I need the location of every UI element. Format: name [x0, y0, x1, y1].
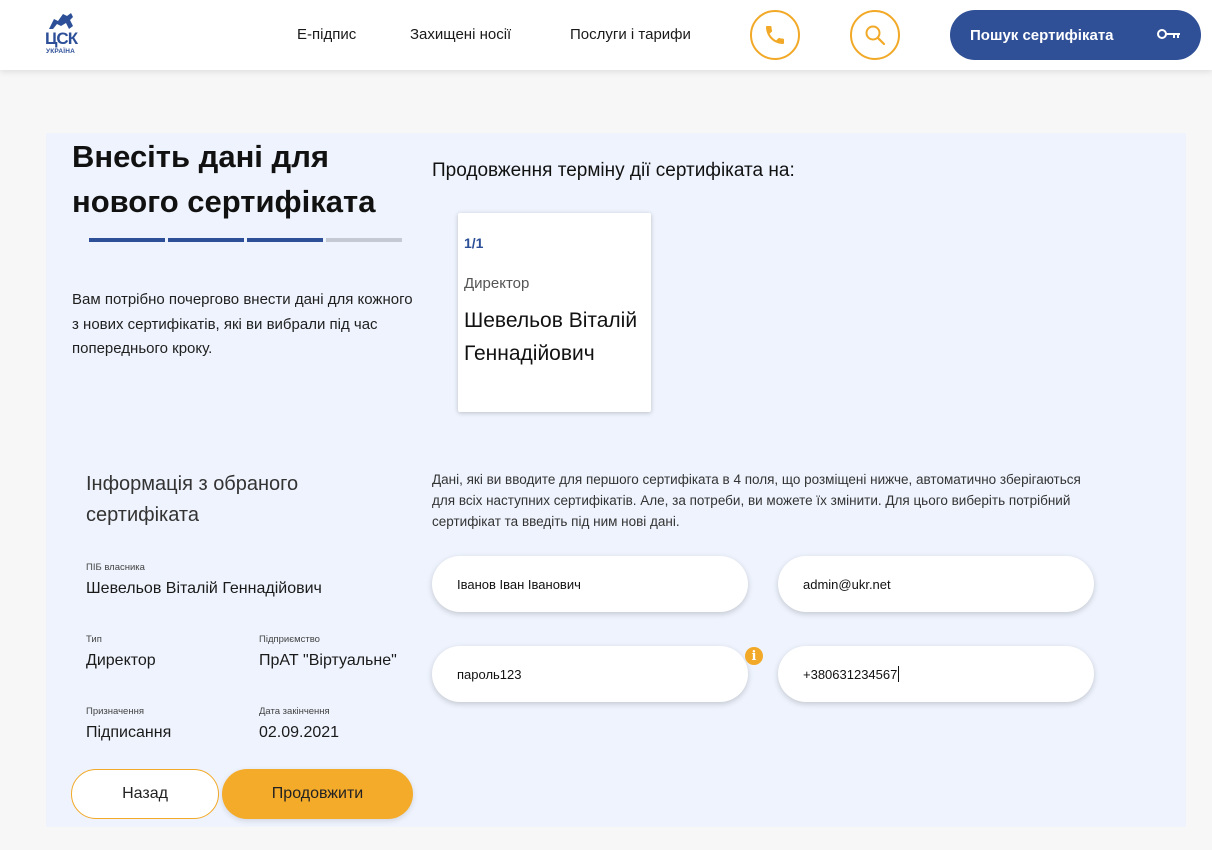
phone-button[interactable]: [750, 10, 800, 60]
info-icon[interactable]: i: [745, 647, 763, 665]
company-label: Підприємство: [259, 634, 320, 645]
logo-figure-icon: [49, 13, 73, 29]
nav-services-tariffs[interactable]: Послуги і тарифи: [570, 26, 691, 43]
email-field-value: admin@ukr.net: [803, 576, 891, 592]
certificate-role: Директор: [464, 275, 530, 292]
site-header: ЦСК УКРАЇНА Е-підпис Захищені носії Посл…: [0, 0, 1212, 70]
phone-field-value: +380631234567: [803, 666, 898, 682]
purpose-label: Призначення: [86, 706, 144, 717]
logo-subtext: УКРАЇНА: [46, 48, 76, 55]
expiry-label: Дата закінчення: [259, 706, 330, 717]
certificate-search-label: Пошук сертифіката: [970, 26, 1114, 44]
phone-icon: [766, 26, 784, 44]
certificate-card[interactable]: 1/1 Директор Шевельов Віталій Геннадійов…: [458, 213, 651, 412]
page-title: Внесіть дані для нового сертифіката: [72, 139, 376, 219]
expiry-value: 02.09.2021: [259, 724, 340, 741]
step-progress-bar: [89, 238, 402, 242]
nav-e-signature[interactable]: Е-підпис: [297, 26, 356, 43]
certificate-search-button[interactable]: Пошук сертифіката: [950, 10, 1201, 60]
purpose-value: Підписання: [86, 724, 172, 741]
info-section-title: Інформація з обраного сертифіката: [86, 473, 299, 526]
certificate-counter: 1/1: [464, 235, 484, 251]
progress-step: [326, 238, 402, 242]
text-caret: [898, 666, 900, 682]
owner-value: Шевельов Віталій Геннадійович: [86, 580, 322, 597]
owner-label: ПІБ власника: [86, 562, 145, 573]
company-value: ПрАТ "Віртуальне": [259, 652, 397, 669]
form-note: Дані, які ви вводите для першого сертифі…: [432, 472, 1081, 529]
password-field-value: пароль123: [457, 666, 522, 682]
phone-field[interactable]: +380631234567: [778, 646, 1094, 702]
extension-title: Продовження терміну дії сертифіката на:: [432, 160, 795, 181]
search-icon: [865, 25, 886, 46]
name-field[interactable]: Іванов Іван Іванович: [432, 556, 748, 612]
password-field[interactable]: пароль123: [432, 646, 748, 702]
logo[interactable]: ЦСК УКРАЇНА: [44, 12, 80, 58]
back-button[interactable]: Назад: [71, 769, 219, 819]
nav-protected-media[interactable]: Захищені носії: [410, 26, 511, 43]
email-field[interactable]: admin@ukr.net: [778, 556, 1094, 612]
intro-text: Вам потрібно почергово внести дані для к…: [72, 291, 413, 357]
certificate-owner-name: Шевельов Віталій Геннадійович: [464, 309, 638, 365]
search-button[interactable]: [850, 10, 900, 60]
logo-text: ЦСК: [45, 29, 78, 48]
name-field-value: Іванов Іван Іванович: [457, 576, 581, 592]
key-icon: [1157, 29, 1180, 39]
type-label: Тип: [86, 634, 102, 645]
progress-step: [247, 238, 323, 242]
progress-step: [168, 238, 244, 242]
continue-button[interactable]: Продовжити: [222, 769, 413, 819]
progress-step: [89, 238, 165, 242]
type-value: Директор: [86, 652, 156, 669]
